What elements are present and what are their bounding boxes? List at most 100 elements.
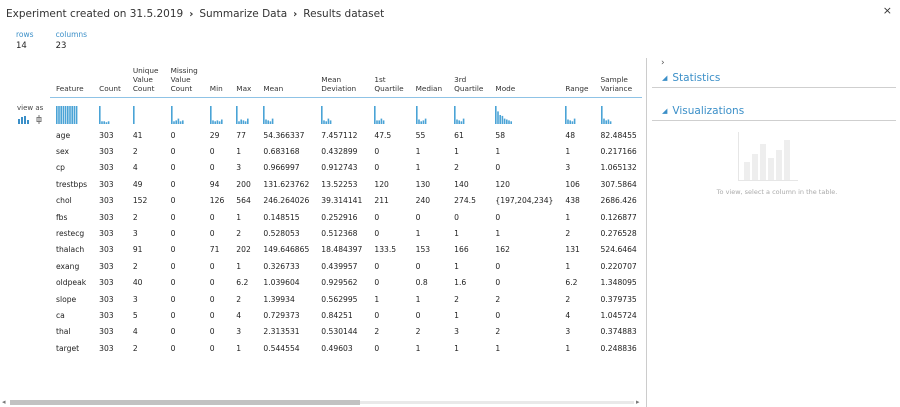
histogram-bar (574, 118, 576, 124)
breadcrumb: Experiment created on 31.5.2019 › Summar… (6, 6, 384, 22)
table-cell: 0 (170, 327, 176, 337)
table-cell: 2 (415, 327, 421, 337)
histogram-thumbnail[interactable] (257, 97, 315, 127)
table-cell: 0.49603 (321, 343, 353, 353)
table-row[interactable]: chol 303 152 0 126 564 246.264026 39.314141 211 2… (50, 193, 642, 209)
histogram-bar (420, 121, 422, 124)
table-cell: 303 (99, 294, 114, 304)
table-cell: 0.929562 (321, 278, 358, 288)
table-cell: 2 (454, 294, 459, 304)
column-header[interactable]: Count (93, 62, 127, 98)
column-header[interactable]: Mean Deviation (315, 62, 369, 98)
column-header[interactable]: 3rd Quartile (448, 62, 490, 98)
results-table-container[interactable]: Feature Count Unique Value Count Missing Va… (50, 62, 642, 396)
table-cell: 0 (495, 261, 501, 271)
panel-divider[interactable] (646, 58, 647, 407)
histogram-bar (56, 106, 58, 124)
table-cell: 6.2 (236, 278, 249, 288)
histogram-thumbnail[interactable] (230, 97, 257, 127)
table-cell: 0 (415, 310, 421, 320)
chevron-right-icon[interactable]: › (661, 58, 665, 68)
table-row[interactable]: fbs 303 2 0 0 1 0.148515 0.252916 0 0 0 0 1 0.126877 (50, 209, 642, 225)
table-row[interactable]: target 303 2 0 0 1 0.544554 0.49603 0 1 1 1 1 0.24883… (50, 340, 642, 356)
histogram-thumbnail[interactable] (410, 97, 449, 127)
table-cell: 0.432899 (321, 147, 358, 157)
table-cell: 0 (495, 310, 501, 320)
histogram-thumbnail[interactable] (559, 97, 594, 127)
histogram-icon (263, 106, 274, 124)
table-row[interactable]: thalach 303 91 0 71 202 149.646865 18.484397 133… (50, 242, 642, 258)
table-cell: 0.530144 (321, 327, 358, 337)
table-row[interactable]: oldpeak 303 40 0 0 6.2 1.039604 0.929562 0 0.8 1.6… (50, 275, 642, 291)
histogram-thumbnail[interactable] (315, 97, 368, 127)
table-cell: 303 (99, 327, 114, 337)
details-panel: › ◢ Statistics ◢ Visualizations To view,… (652, 58, 900, 407)
statistics-section[interactable]: ◢ Statistics (652, 68, 896, 88)
scroll-thumb[interactable] (10, 400, 360, 405)
column-header[interactable]: 1st Quartile (368, 62, 410, 98)
histogram-thumbnail[interactable] (368, 97, 409, 127)
table-cell: 0.729373 (263, 310, 300, 320)
histogram-thumbnail[interactable] (448, 97, 489, 127)
table-row[interactable]: age 303 41 0 29 77 54.366337 7.457112 47.5 55 61 58… (50, 127, 642, 143)
column-header[interactable]: Mean (257, 62, 316, 98)
table-cell: 0.326733 (263, 261, 300, 271)
histogram-bar (497, 111, 500, 124)
histogram-thumbnail[interactable] (93, 97, 127, 127)
close-icon[interactable]: × (883, 4, 892, 17)
table-cell: 131 (565, 245, 580, 255)
column-header[interactable]: Min (203, 62, 231, 98)
boxplot-view-icon[interactable] (36, 115, 42, 124)
histogram-bar (499, 115, 502, 124)
histogram-thumbnail[interactable] (595, 97, 642, 127)
histogram-bar (325, 121, 328, 124)
table-cell: 0 (495, 278, 501, 288)
table-cell: 0 (170, 229, 176, 239)
breadcrumb-experiment[interactable]: Experiment created on 31.5.2019 (6, 8, 183, 20)
column-header[interactable]: Missing Value Count (164, 62, 204, 98)
column-header[interactable]: Max (230, 62, 258, 98)
table-row[interactable]: sex 303 2 0 0 1 0.683168 0.432899 0 1 1 1 1 0.217166 (50, 143, 642, 159)
table-row[interactable]: trestbps 303 49 0 94 200 131.623762 13.52253 120… (50, 176, 642, 192)
feature-name-cell: trestbps (56, 179, 88, 189)
histogram-thumbnail[interactable] (127, 97, 165, 127)
histogram-bar (424, 118, 427, 124)
column-header[interactable]: Feature (50, 62, 94, 98)
column-header[interactable]: Range (559, 62, 595, 98)
table-row[interactable]: thal 303 4 0 0 3 2.313531 0.530144 2 2 3 2 3 0.374883 (50, 324, 642, 340)
histogram-thumbnail[interactable] (489, 97, 559, 127)
horizontal-scrollbar[interactable]: ◂ ▸ (0, 398, 646, 407)
table-row[interactable]: exang 303 2 0 0 1 0.326733 0.439957 0 0 1 0 1 0.22070… (50, 258, 642, 274)
column-header[interactable]: Unique Value Count (126, 62, 165, 98)
table-cell: 0 (454, 212, 459, 222)
table-row[interactable]: ca 303 5 0 0 4 0.729373 0.84251 0 0 1 0 4 1.045724 (50, 307, 642, 323)
histogram-thumbnail[interactable] (204, 97, 231, 127)
histogram-thumbnail[interactable] (50, 97, 93, 127)
histogram-thumbnail[interactable] (165, 97, 204, 127)
column-header[interactable]: Sample Variance (594, 62, 642, 98)
table-row[interactable]: restecg 303 3 0 0 2 0.528053 0.512368 0 1 1 1 2 0.276… (50, 225, 642, 241)
table-cell: 0.528053 (263, 229, 300, 239)
histogram-bar (247, 118, 249, 124)
feature-name-cell: exang (56, 261, 80, 271)
table-cell: 0.379735 (600, 294, 637, 304)
scroll-left-icon[interactable]: ◂ (2, 398, 6, 406)
table-cell: 0 (170, 147, 176, 157)
breadcrumb-summarize-data[interactable]: Summarize Data (199, 8, 287, 20)
table-cell: 0.512368 (321, 229, 358, 239)
table-cell: 0 (170, 245, 176, 255)
table-cell: 0 (209, 261, 215, 271)
histogram-bar (218, 121, 221, 124)
table-cell: 1 (454, 261, 459, 271)
column-header[interactable]: Median (409, 62, 449, 98)
visualizations-section[interactable]: ◢ Visualizations (652, 101, 896, 121)
table-row[interactable]: slope 303 3 0 0 2 1.39934 0.562995 1 1 2 2 2 0.379735 (50, 291, 642, 307)
histogram-bar (103, 121, 106, 124)
scroll-right-icon[interactable]: ▸ (636, 398, 640, 406)
triangle-down-icon: ◢ (662, 106, 668, 115)
column-header[interactable]: Mode (489, 62, 560, 98)
table-row[interactable]: cp 303 4 0 0 3 0.966997 0.912743 0 1 2 0 3 1.065132 (50, 160, 642, 176)
histogram-view-icon[interactable] (18, 116, 30, 124)
table-cell: 0 (170, 278, 176, 288)
histogram-bar (179, 121, 181, 124)
